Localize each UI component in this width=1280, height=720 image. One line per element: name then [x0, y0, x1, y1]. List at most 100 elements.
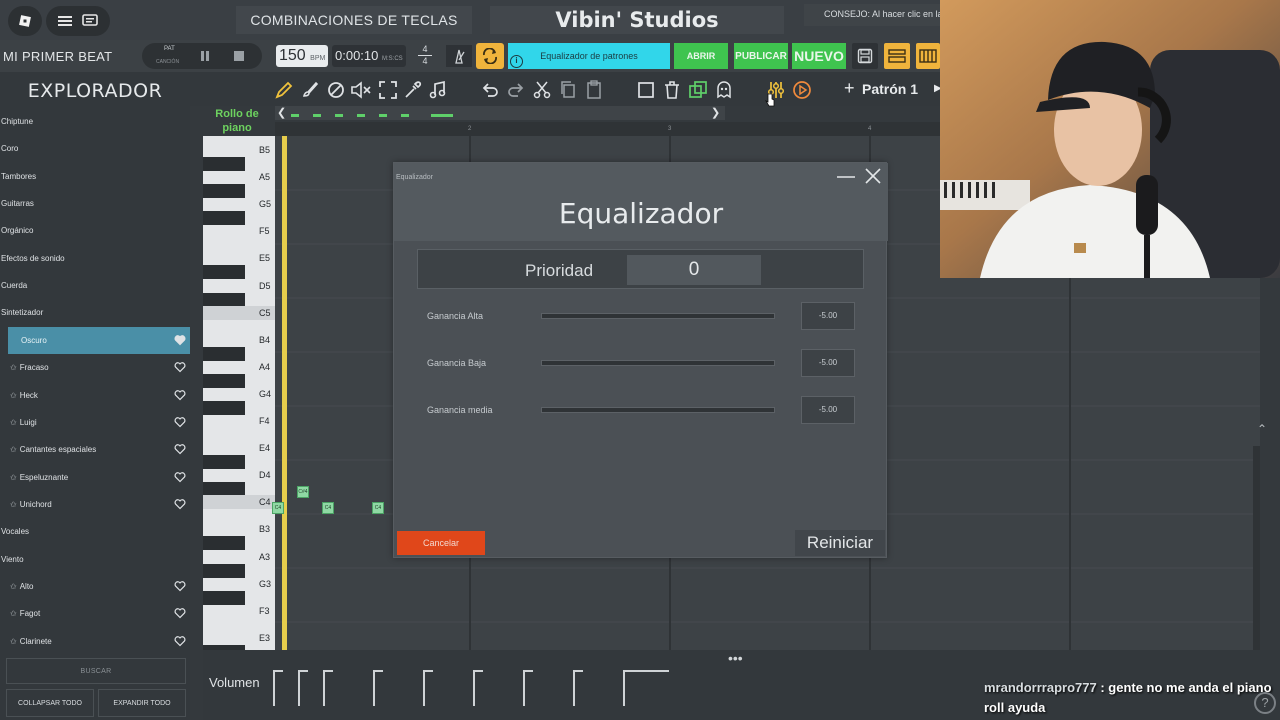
playhead[interactable]: [282, 136, 287, 650]
black-key[interactable]: [203, 292, 245, 307]
explorer-item[interactable]: Sintetizador: [0, 299, 190, 326]
copy-icon[interactable]: [558, 80, 578, 100]
favorite-heart-icon[interactable]: [174, 471, 186, 483]
pattern-name-field[interactable]: i Equalizador de patrones: [508, 43, 670, 69]
velocity-bar[interactable]: [373, 670, 375, 706]
explorer-item[interactable]: ✩ Luigi: [0, 409, 190, 436]
favorite-heart-icon[interactable]: [174, 389, 186, 401]
collapse-all-button[interactable]: COLLAPSAR TODO: [6, 689, 94, 717]
timeline-ruler[interactable]: 2 3 4: [275, 122, 940, 136]
explorer-item[interactable]: ✩ Unichord: [0, 491, 190, 518]
gain-low-value[interactable]: -5.00: [801, 349, 855, 377]
stop-icon[interactable]: [234, 51, 244, 61]
select-all-icon[interactable]: [636, 80, 656, 100]
duplicate-icon[interactable]: [688, 80, 708, 100]
save-button[interactable]: [852, 43, 878, 69]
black-key[interactable]: [203, 455, 245, 470]
black-key[interactable]: [203, 400, 245, 415]
black-key[interactable]: [203, 265, 245, 280]
explorer-item[interactable]: Orgánico: [0, 217, 190, 244]
ghost-notes-icon[interactable]: [714, 80, 734, 100]
horizontal-scrollbar[interactable]: ❮ ❯: [275, 106, 725, 120]
note-icon[interactable]: [428, 80, 448, 100]
note-block[interactable]: C4: [322, 502, 334, 514]
shortcuts-tab[interactable]: COMBINACIONES DE TECLAS: [236, 6, 472, 34]
explorer-item[interactable]: Oscuro: [8, 326, 190, 354]
black-key[interactable]: [203, 482, 245, 497]
explorer-item[interactable]: ✩ Alto: [0, 573, 190, 600]
time-signature[interactable]: 44: [418, 44, 432, 67]
black-key[interactable]: [203, 536, 245, 551]
reset-button[interactable]: Reiniciar: [795, 530, 885, 556]
note-block[interactable]: C4: [272, 502, 284, 514]
velocity-bar[interactable]: [273, 670, 275, 706]
explorer-item[interactable]: Cuerda: [0, 272, 190, 299]
minimize-icon[interactable]: [836, 170, 856, 184]
explorer-item[interactable]: Coro: [0, 135, 190, 162]
scroll-track[interactable]: [291, 114, 461, 118]
note-block[interactable]: C#4: [297, 486, 309, 498]
roblox-logo-button[interactable]: [8, 6, 42, 36]
note-block[interactable]: C4: [372, 502, 384, 514]
piano-keyboard[interactable]: B5 A5 G5 F5 E5 D5 C5 B4 A4 G4 F4 E4 D4 C4 B3 A3 G3 F3 E3: [203, 136, 275, 650]
scroll-left-icon[interactable]: ❮: [277, 106, 286, 119]
loop-button[interactable]: [476, 43, 504, 69]
open-button[interactable]: ABRIR: [674, 43, 728, 69]
explorer-item[interactable]: Guitarras: [0, 190, 190, 217]
redo-icon[interactable]: [506, 80, 526, 100]
cancel-button[interactable]: Cancelar: [397, 531, 485, 555]
gain-high-slider[interactable]: [541, 313, 775, 319]
chat-icon[interactable]: [82, 14, 98, 28]
gain-mid-slider[interactable]: [541, 407, 775, 413]
explorer-item[interactable]: Efectos de sonido: [0, 245, 190, 272]
gain-mid-value[interactable]: -5.00: [801, 396, 855, 424]
mute-tool-icon[interactable]: [350, 80, 374, 100]
select-tool-icon[interactable]: [378, 80, 398, 100]
explorer-item[interactable]: Viento: [0, 546, 190, 573]
menu-chat-buttons[interactable]: [46, 6, 110, 36]
pencil-icon[interactable]: [274, 80, 294, 100]
hamburger-icon[interactable]: [58, 15, 74, 27]
gain-low-slider[interactable]: [541, 360, 775, 366]
explorer-item[interactable]: ✩ Fracaso: [0, 354, 190, 381]
play-pattern-icon[interactable]: [792, 80, 812, 100]
scroll-right-icon[interactable]: ❯: [711, 106, 720, 119]
priority-input[interactable]: 0: [627, 255, 761, 285]
publish-button[interactable]: PUBLICAR: [734, 43, 788, 69]
cut-icon[interactable]: [532, 80, 552, 100]
black-key[interactable]: [203, 211, 245, 226]
scroll-up-icon[interactable]: ⌃: [1254, 422, 1270, 436]
new-button[interactable]: NUEVO: [792, 43, 846, 69]
favorite-heart-icon[interactable]: [174, 361, 186, 373]
black-key[interactable]: [203, 157, 245, 171]
favorite-heart-icon[interactable]: [174, 416, 186, 428]
explorer-item[interactable]: ✩ Clarinete: [0, 628, 190, 655]
metronome-button[interactable]: [446, 45, 472, 67]
velocity-bar[interactable]: [423, 670, 425, 706]
help-icon[interactable]: ?: [1254, 692, 1276, 714]
explorer-item[interactable]: ✩ Fagot: [0, 600, 190, 627]
explorer-item[interactable]: ✩ Heck: [0, 382, 190, 409]
black-key[interactable]: [203, 373, 245, 388]
paste-icon[interactable]: [584, 80, 604, 100]
resize-handle[interactable]: •••: [728, 650, 743, 666]
playlist-button[interactable]: [884, 43, 910, 69]
explorer-item[interactable]: Tambores: [0, 163, 190, 190]
project-name[interactable]: MI PRIMER BEAT: [3, 49, 112, 64]
eyedropper-icon[interactable]: [402, 80, 422, 100]
black-key[interactable]: [203, 563, 245, 578]
delete-tool-icon[interactable]: [326, 80, 346, 100]
info-icon[interactable]: i: [510, 55, 523, 68]
velocity-bar[interactable]: [473, 670, 475, 706]
black-key[interactable]: [203, 346, 245, 361]
favorite-heart-icon[interactable]: [174, 607, 186, 619]
favorite-heart-icon[interactable]: [174, 443, 186, 455]
piano-roll-button[interactable]: [916, 43, 940, 69]
favorite-heart-icon[interactable]: [174, 498, 186, 510]
pattern-song-switch[interactable]: PAT CANCIÓN: [142, 43, 262, 69]
black-key[interactable]: [203, 590, 245, 605]
bpm-field[interactable]: 150 BPM: [276, 45, 328, 67]
pattern-name[interactable]: Patrón 1: [862, 81, 918, 97]
favorite-heart-icon[interactable]: [174, 635, 186, 647]
velocity-bar[interactable]: [323, 670, 325, 706]
